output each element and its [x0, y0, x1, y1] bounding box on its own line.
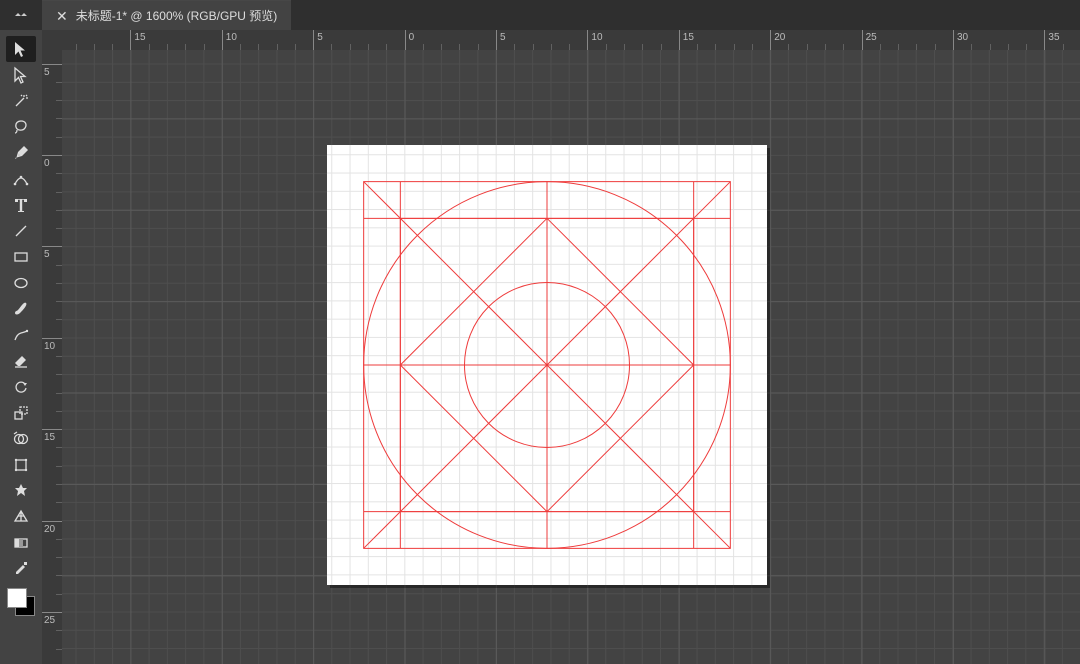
perspective-grid-tool[interactable]	[6, 504, 36, 530]
gradient-tool[interactable]	[6, 530, 36, 556]
type-tool[interactable]	[6, 192, 36, 218]
document-title: 未标题-1* @ 1600% (RGB/GPU 预览)	[76, 7, 278, 24]
anchor-point-tool[interactable]	[6, 478, 36, 504]
vertical-ruler[interactable]: 50510152025	[42, 50, 63, 664]
eraser-tool[interactable]	[6, 348, 36, 374]
canvas-viewport[interactable]	[62, 50, 1080, 664]
scale-tool[interactable]	[6, 400, 36, 426]
document-tab[interactable]: ✕ 未标题-1* @ 1600% (RGB/GPU 预览)	[42, 0, 291, 30]
pencil-tool[interactable]	[6, 322, 36, 348]
selection-tool[interactable]	[6, 36, 36, 62]
line-segment-tool[interactable]	[6, 218, 36, 244]
rotate-tool[interactable]	[6, 374, 36, 400]
expand-panels-icon[interactable]	[0, 0, 42, 30]
pen-tool[interactable]	[6, 140, 36, 166]
paintbrush-tool[interactable]	[6, 296, 36, 322]
close-tab-icon[interactable]: ✕	[56, 9, 68, 23]
document-tab-bar: ✕ 未标题-1* @ 1600% (RGB/GPU 预览)	[0, 0, 1080, 30]
direct-selection-tool[interactable]	[6, 62, 36, 88]
magic-wand-tool[interactable]	[6, 88, 36, 114]
ruler-origin-corner[interactable]	[42, 30, 63, 51]
ellipse-tool[interactable]	[6, 270, 36, 296]
artwork-guides	[327, 145, 767, 585]
artboard[interactable]	[327, 145, 767, 585]
fill-stroke-swatches[interactable]	[5, 586, 37, 618]
horizontal-ruler[interactable]: 151050510152025303540	[62, 30, 1080, 51]
shape-builder-tool[interactable]	[6, 426, 36, 452]
toolbox	[0, 30, 42, 664]
free-transform-tool[interactable]	[6, 452, 36, 478]
eyedropper-tool[interactable]	[6, 556, 36, 582]
lasso-tool[interactable]	[6, 114, 36, 140]
rectangle-tool[interactable]	[6, 244, 36, 270]
curvature-tool[interactable]	[6, 166, 36, 192]
workspace: 151050510152025303540 50510152025	[42, 30, 1080, 664]
